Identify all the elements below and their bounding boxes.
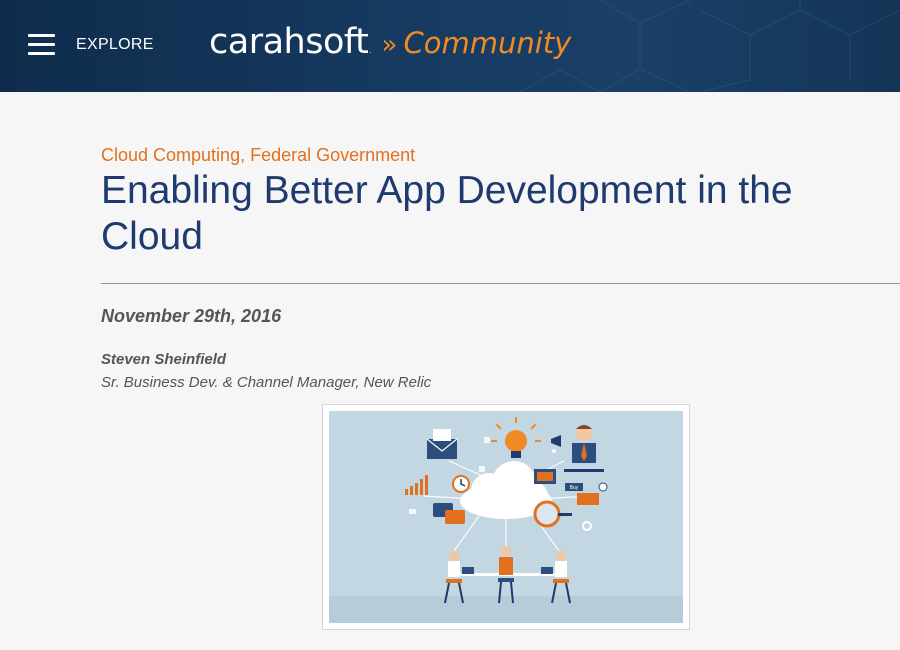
logo-name: carahsoft bbox=[209, 22, 369, 62]
logo-trademark: . bbox=[369, 46, 372, 55]
logo-community: Community bbox=[403, 26, 572, 60]
cloud-teamwork-illustration: Buy bbox=[329, 411, 683, 623]
hamburger-menu-icon[interactable] bbox=[28, 34, 56, 56]
category-separator: , bbox=[240, 145, 246, 165]
category-link-cloud-computing[interactable]: Cloud Computing bbox=[101, 145, 240, 165]
article-illustration: Buy bbox=[322, 404, 690, 630]
title-divider bbox=[101, 283, 900, 284]
chevron-double-right-icon: » bbox=[381, 30, 398, 60]
clock-icon bbox=[452, 475, 470, 493]
article-date: November 29th, 2016 bbox=[101, 306, 282, 326]
monitor-icon bbox=[534, 469, 556, 484]
article-categories: Cloud Computing, Federal Government bbox=[101, 145, 415, 166]
explore-menu-label[interactable]: EXPLORE bbox=[76, 36, 154, 54]
author-name: Steven Sheinfield bbox=[101, 351, 227, 368]
carahsoft-community-logo[interactable]: carahsoft . » Community bbox=[209, 22, 571, 62]
author-title: Sr. Business Dev. & Channel Manager, New… bbox=[101, 374, 432, 391]
site-header: EXPLORE carahsoft . » Community bbox=[0, 0, 900, 92]
buy-tag-label: Buy bbox=[570, 485, 579, 491]
article-title: Enabling Better App Development in the C… bbox=[101, 169, 793, 258]
category-link-federal-government[interactable]: Federal Government bbox=[250, 145, 415, 165]
